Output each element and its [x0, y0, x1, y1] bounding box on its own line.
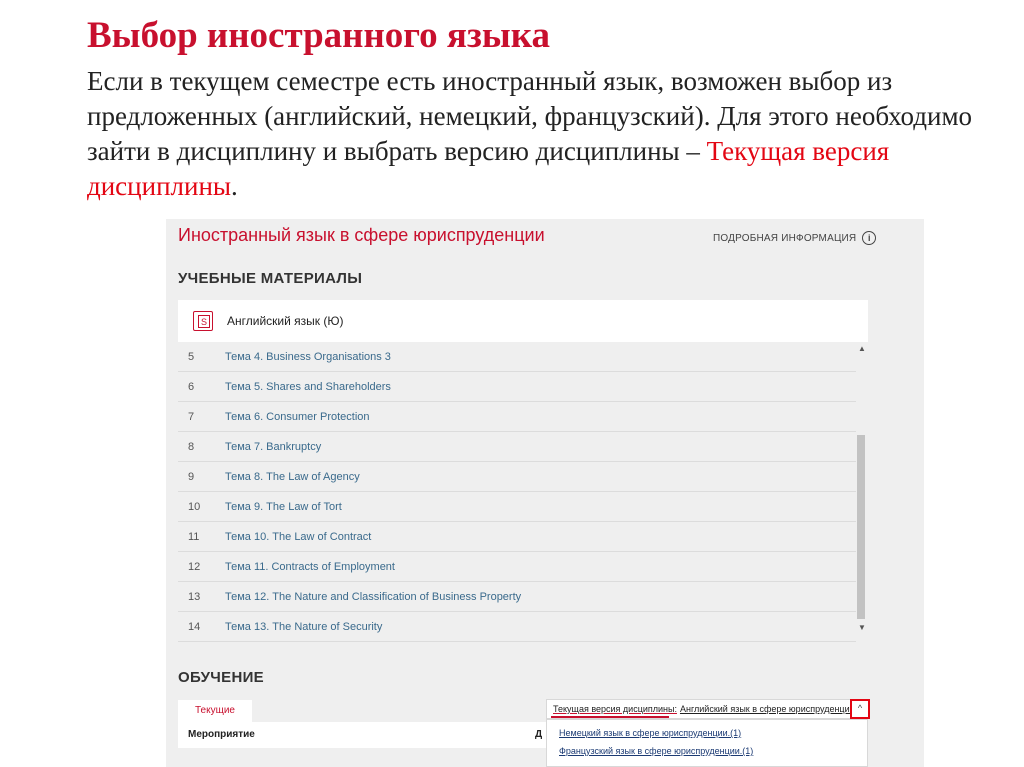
table-row[interactable]: 8 Тема 7. Bankruptcy [178, 432, 856, 462]
table-row[interactable]: 10 Тема 9. The Law of Tort [178, 492, 856, 522]
version-dropdown-menu: Немецкий язык в сфере юриспруденции.(1) … [546, 719, 868, 767]
topic-link[interactable]: Тема 12. The Nature and Classification o… [225, 591, 521, 603]
scrollbar-thumb[interactable] [857, 435, 865, 619]
topic-link[interactable]: Тема 8. The Law of Agency [225, 471, 360, 483]
topic-link[interactable]: Тема 5. Shares and Shareholders [225, 381, 391, 393]
more-info-label: ПОДРОБНАЯ ИНФОРМАЦИЯ [713, 232, 857, 244]
topic-number: 10 [188, 500, 201, 513]
slide-title: Выбор иностранного языка [87, 15, 550, 56]
table-row[interactable]: 14 Тема 13. The Nature of Security [178, 612, 856, 642]
topic-link[interactable]: Тема 9. The Law of Tort [225, 501, 342, 513]
table-row[interactable]: 9 Тема 8. The Law of Agency [178, 462, 856, 492]
info-icon[interactable]: i [862, 231, 877, 245]
course-title: Иностранный язык в сфере юриспруденции [178, 225, 545, 245]
table-header-second: Д [535, 729, 543, 740]
topic-number: 12 [188, 560, 201, 573]
slide-body: Если в текущем семестре есть иностранный… [87, 64, 1002, 204]
course-screenshot: Иностранный язык в сфере юриспруденции П… [166, 219, 924, 767]
version-label: Текущая версия дисциплины: [553, 704, 677, 714]
version-option-french[interactable]: Французский язык в сфере юриспруденции.(… [559, 746, 753, 756]
more-info-link[interactable]: ПОДРОБНАЯ ИНФОРМАЦИЯ i [713, 231, 877, 245]
table-row[interactable]: 11 Тема 10. The Law of Contract [178, 522, 856, 552]
version-value[interactable]: Английский язык в сфере юриспруденции [680, 704, 855, 714]
table-row[interactable]: 6 Тема 5. Shares and Shareholders [178, 372, 856, 402]
topic-link[interactable]: Тема 11. Contracts of Employment [225, 561, 395, 573]
topic-number: 5 [188, 350, 195, 363]
topic-number: 6 [188, 380, 195, 393]
topic-number: 14 [188, 620, 201, 633]
topic-link[interactable]: Тема 13. The Nature of Security [225, 621, 382, 633]
topic-link[interactable]: Тема 7. Bankruptcy [225, 441, 321, 453]
tab-current[interactable]: Текущие [178, 700, 252, 722]
scroll-down-arrow-icon[interactable]: ▼ [858, 623, 866, 632]
table-row[interactable]: 13 Тема 12. The Nature and Classification… [178, 582, 856, 612]
highlight-underline [551, 716, 669, 718]
training-section-title: ОБУЧЕНИЕ [178, 669, 264, 686]
topic-number: 11 [188, 530, 200, 543]
topic-number: 7 [188, 410, 195, 423]
material-name: Английский язык (Ю) [227, 314, 344, 328]
scroll-up-arrow-icon[interactable]: ▲ [858, 344, 866, 353]
topic-list: 5 Тема 4. Business Organisations 3 6 Тема … [178, 342, 856, 642]
topic-number: 9 [188, 470, 195, 483]
table-row[interactable]: 5 Тема 4. Business Organisations 3 [178, 342, 856, 372]
topic-number: 13 [188, 590, 201, 603]
table-row[interactable]: 7 Тема 6. Consumer Protection [178, 402, 856, 432]
chevron-up-icon[interactable]: ^ [850, 699, 870, 719]
version-option-german[interactable]: Немецкий язык в сфере юриспруденции.(1) [559, 728, 741, 738]
topic-link[interactable]: Тема 6. Consumer Protection [225, 411, 370, 423]
materials-section-title: УЧЕБНЫЕ МАТЕРИАЛЫ [178, 270, 363, 287]
slide-body-end: . [231, 171, 238, 201]
material-card[interactable]: S Английский язык (Ю) [178, 300, 868, 342]
topic-link[interactable]: Тема 4. Business Organisations 3 [225, 351, 391, 363]
topic-number: 8 [188, 440, 195, 453]
table-row[interactable]: 12 Тема 11. Contracts of Employment [178, 552, 856, 582]
topic-link[interactable]: Тема 10. The Law of Contract [225, 531, 371, 543]
folder-file-icon: S [193, 311, 213, 331]
